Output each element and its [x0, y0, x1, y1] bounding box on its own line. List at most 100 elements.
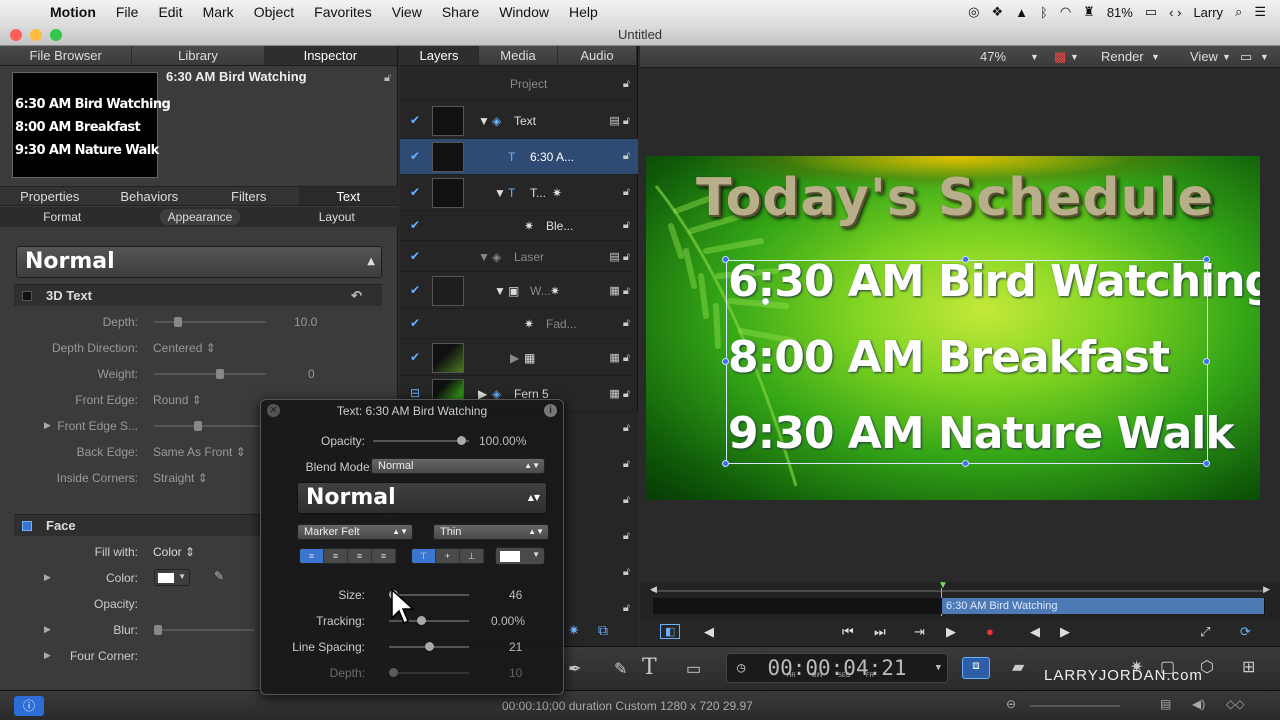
layer-checkbox[interactable]: ✔	[410, 284, 422, 296]
lock-icon[interactable]: 🔓︎	[623, 458, 630, 471]
gear-icon[interactable]: ✷	[568, 622, 580, 639]
align-bottom-icon[interactable]: ⊥	[460, 549, 484, 563]
font-weight-popup[interactable]: Thin ▲▼	[433, 524, 549, 540]
menu-object[interactable]: Object	[244, 4, 304, 20]
zoom-level[interactable]: 47%	[980, 49, 1006, 64]
resize-handle[interactable]	[1203, 256, 1210, 263]
menu-view[interactable]: View	[382, 4, 432, 20]
play-button[interactable]: ▶	[946, 624, 956, 640]
slider-knob[interactable]	[425, 642, 434, 651]
layer-row[interactable]: ✔ ▼ T T... ✷ 🔓︎	[400, 175, 638, 211]
render-dropdown-icon[interactable]: ▼	[1151, 52, 1160, 62]
inspector-toggle-icon[interactable]: ◧	[660, 624, 681, 639]
layer-row[interactable]: ✔ ✷ Ble... 🔓︎	[400, 211, 638, 241]
view-dropdown-icon[interactable]: ▼	[1222, 52, 1231, 62]
align-top-icon[interactable]: ⊤	[412, 549, 436, 563]
disclosure-triangle-icon[interactable]: ▶	[510, 351, 519, 365]
tab-inspector[interactable]: Inspector	[264, 46, 397, 65]
layer-checkbox[interactable]: ✔	[410, 114, 422, 126]
resize-handle[interactable]	[962, 460, 969, 467]
resize-handle[interactable]	[722, 460, 729, 467]
menu-favorites[interactable]: Favorites	[304, 4, 382, 20]
alignment-segmented-control[interactable]: ≡ ≡ ≡ ≡	[299, 548, 397, 564]
shape-tool-icon[interactable]: ▭	[686, 659, 701, 679]
layout-dropdown-icon[interactable]: ▼	[1260, 52, 1269, 62]
lock-icon[interactable]: 🔓︎	[623, 219, 630, 232]
color-channels-icon[interactable]: ▩	[1054, 49, 1066, 65]
loop-icon[interactable]: ⟳	[1240, 624, 1251, 640]
tab-media[interactable]: Media	[479, 46, 558, 65]
enable-checkbox[interactable]	[22, 291, 32, 301]
menu-app[interactable]: Motion	[40, 4, 106, 20]
camera-icon[interactable]: ▰	[1012, 657, 1024, 677]
layer-checkbox[interactable]: ✔	[410, 219, 422, 231]
layer-row-project[interactable]: Project 🔓︎	[400, 67, 638, 101]
resize-handle[interactable]	[1203, 460, 1210, 467]
canvas-scene[interactable]: Today's Schedule 6:30 AM Bird Watching 8…	[646, 156, 1260, 500]
speaker-icon[interactable]: ◀)	[1192, 697, 1205, 711]
minimize-window-button[interactable]	[30, 29, 42, 41]
out-point-icon[interactable]: ▶	[1263, 584, 1270, 595]
menu-mark[interactable]: Mark	[193, 4, 244, 20]
lock-icon[interactable]: 🔓︎	[623, 494, 630, 507]
resize-handle[interactable]	[962, 256, 969, 263]
layer-checkbox[interactable]: ✔	[410, 186, 422, 198]
disclosure-triangle-icon[interactable]: ▼	[494, 186, 506, 200]
slider-knob[interactable]	[389, 668, 398, 677]
lock-icon[interactable]: 🔓︎	[623, 530, 630, 543]
lock-icon[interactable]: ▤ 🔓︎	[609, 114, 630, 128]
resize-handle[interactable]	[722, 358, 729, 365]
subtab-layout[interactable]: Layout	[311, 207, 363, 227]
pen-tool-icon[interactable]: ✒	[568, 659, 581, 679]
depth-slider[interactable]	[154, 317, 266, 327]
subtab-appearance[interactable]: Appearance	[159, 209, 241, 225]
menu-share[interactable]: Share	[432, 4, 489, 20]
playhead-icon[interactable]: ▼	[938, 580, 948, 591]
tab-text[interactable]: Text	[298, 187, 398, 205]
reset-icon[interactable]: ↶	[351, 285, 362, 307]
lock-icon[interactable]: ▦ 🔓︎	[609, 387, 630, 401]
timeline-ruler[interactable]	[652, 590, 1264, 592]
dropbox-icon[interactable]: ❖	[991, 4, 1003, 20]
tab-filters[interactable]: Filters	[199, 187, 299, 205]
eyedropper-icon[interactable]: ✎	[214, 569, 224, 583]
lock-icon[interactable]: 🔓︎	[623, 566, 630, 579]
timeline-clip[interactable]: 6:30 AM Bird Watching	[942, 598, 1264, 614]
vertical-alignment-control[interactable]: ⊤ + ⊥	[411, 548, 485, 564]
layer-checkbox-partial[interactable]: ⊟	[410, 387, 422, 399]
canvas-view-icon[interactable]: ⧈	[962, 657, 990, 679]
info-icon[interactable]: ⓘ	[14, 696, 44, 716]
battery-percent[interactable]: 81%	[1107, 5, 1133, 20]
step-forward-icon[interactable]: ⏭	[874, 624, 886, 640]
menu-window[interactable]: Window	[489, 4, 559, 20]
tab-behaviors[interactable]: Behaviors	[100, 187, 200, 205]
layer-row[interactable]: ✔ ▶ ▦ ▦ 🔓︎	[400, 340, 638, 376]
lock-icon[interactable]: ▤ 🔓︎	[609, 250, 630, 264]
font-family-popup[interactable]: Marker Felt ▲▼	[297, 524, 413, 540]
slider-knob[interactable]	[216, 369, 224, 379]
layout-icon[interactable]: ▭	[1240, 49, 1252, 65]
weight-slider[interactable]	[154, 369, 266, 379]
user-name[interactable]: Larry	[1193, 5, 1223, 20]
search-icon[interactable]: ⌕	[1235, 4, 1242, 20]
layer-row-selected[interactable]: ✔ T 6:30 A... 🔓︎	[400, 139, 638, 175]
tab-audio[interactable]: Audio	[558, 46, 637, 65]
wifi-icon[interactable]: ◠	[1060, 4, 1071, 20]
grid-icon[interactable]: ⊞	[1242, 657, 1255, 677]
text-tool-icon[interactable]: T	[642, 655, 657, 680]
audio-icon[interactable]: ◀	[704, 624, 714, 640]
lock-icon[interactable]: 🔓︎	[623, 186, 630, 199]
view-menu[interactable]: View	[1190, 49, 1218, 64]
slider-knob[interactable]	[457, 436, 466, 445]
lock-icon[interactable]: 🔓︎	[623, 317, 630, 330]
layer-checkbox[interactable]: ✔	[410, 317, 422, 329]
battery-icon[interactable]: ▭	[1145, 4, 1157, 20]
creative-cloud-icon[interactable]: ◎	[968, 4, 979, 20]
menu-edit[interactable]: Edit	[148, 4, 192, 20]
disclosure-triangle-icon[interactable]: ▶	[44, 572, 51, 583]
front-edge-size-slider[interactable]	[154, 421, 266, 431]
layer-row[interactable]: ✔ ▼ ◈ Laser ▤ 🔓︎	[400, 242, 638, 272]
align-left-icon[interactable]: ≡	[300, 549, 324, 563]
lock-icon[interactable]: 🔓︎	[623, 422, 630, 435]
zoom-dropdown-icon[interactable]: ▼	[1030, 52, 1039, 62]
